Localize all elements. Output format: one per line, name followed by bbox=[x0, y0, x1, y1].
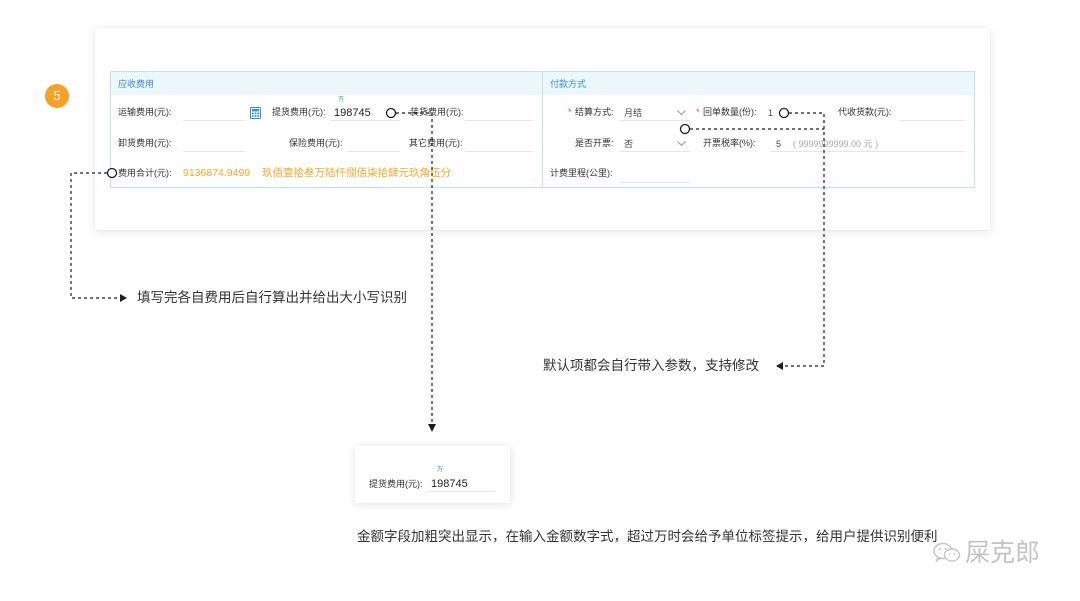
zoom-value: 198745 bbox=[431, 478, 468, 490]
amount-note: 金额字段加粗突出显示，在输入金额数字式，超过万时会给予单位标签提示，给用户提供识… bbox=[357, 529, 938, 544]
total-callout-line bbox=[70, 172, 120, 299]
defaults-note: 默认项都会自行带入参数，支持修改 bbox=[543, 358, 759, 373]
receipt-callout-marker bbox=[778, 107, 790, 119]
defaults-callout-arrow bbox=[776, 362, 783, 370]
defaults-callout-line bbox=[783, 112, 825, 367]
zoom-label: 提货费用(元): bbox=[369, 479, 423, 489]
zoom-unit-tag: 万 bbox=[437, 467, 444, 473]
total-callout-marker bbox=[106, 167, 118, 179]
pickup-callout-arrow bbox=[428, 424, 436, 432]
wechat-icon bbox=[933, 542, 961, 563]
total-note: 填写完各自费用后自行算出并给出大小写识别 bbox=[137, 290, 407, 305]
pickup-callout-marker bbox=[385, 107, 397, 119]
watermark-text: 屎克郎 bbox=[965, 539, 1041, 567]
zoom-pickup-input[interactable]: 198745 bbox=[428, 476, 495, 492]
total-callout-arrow bbox=[120, 294, 127, 302]
settlement-callout-marker bbox=[679, 123, 691, 135]
pickup-callout-line bbox=[396, 112, 433, 424]
zoom-preview-card: 万 提货费用(元): 198745 bbox=[355, 446, 510, 503]
